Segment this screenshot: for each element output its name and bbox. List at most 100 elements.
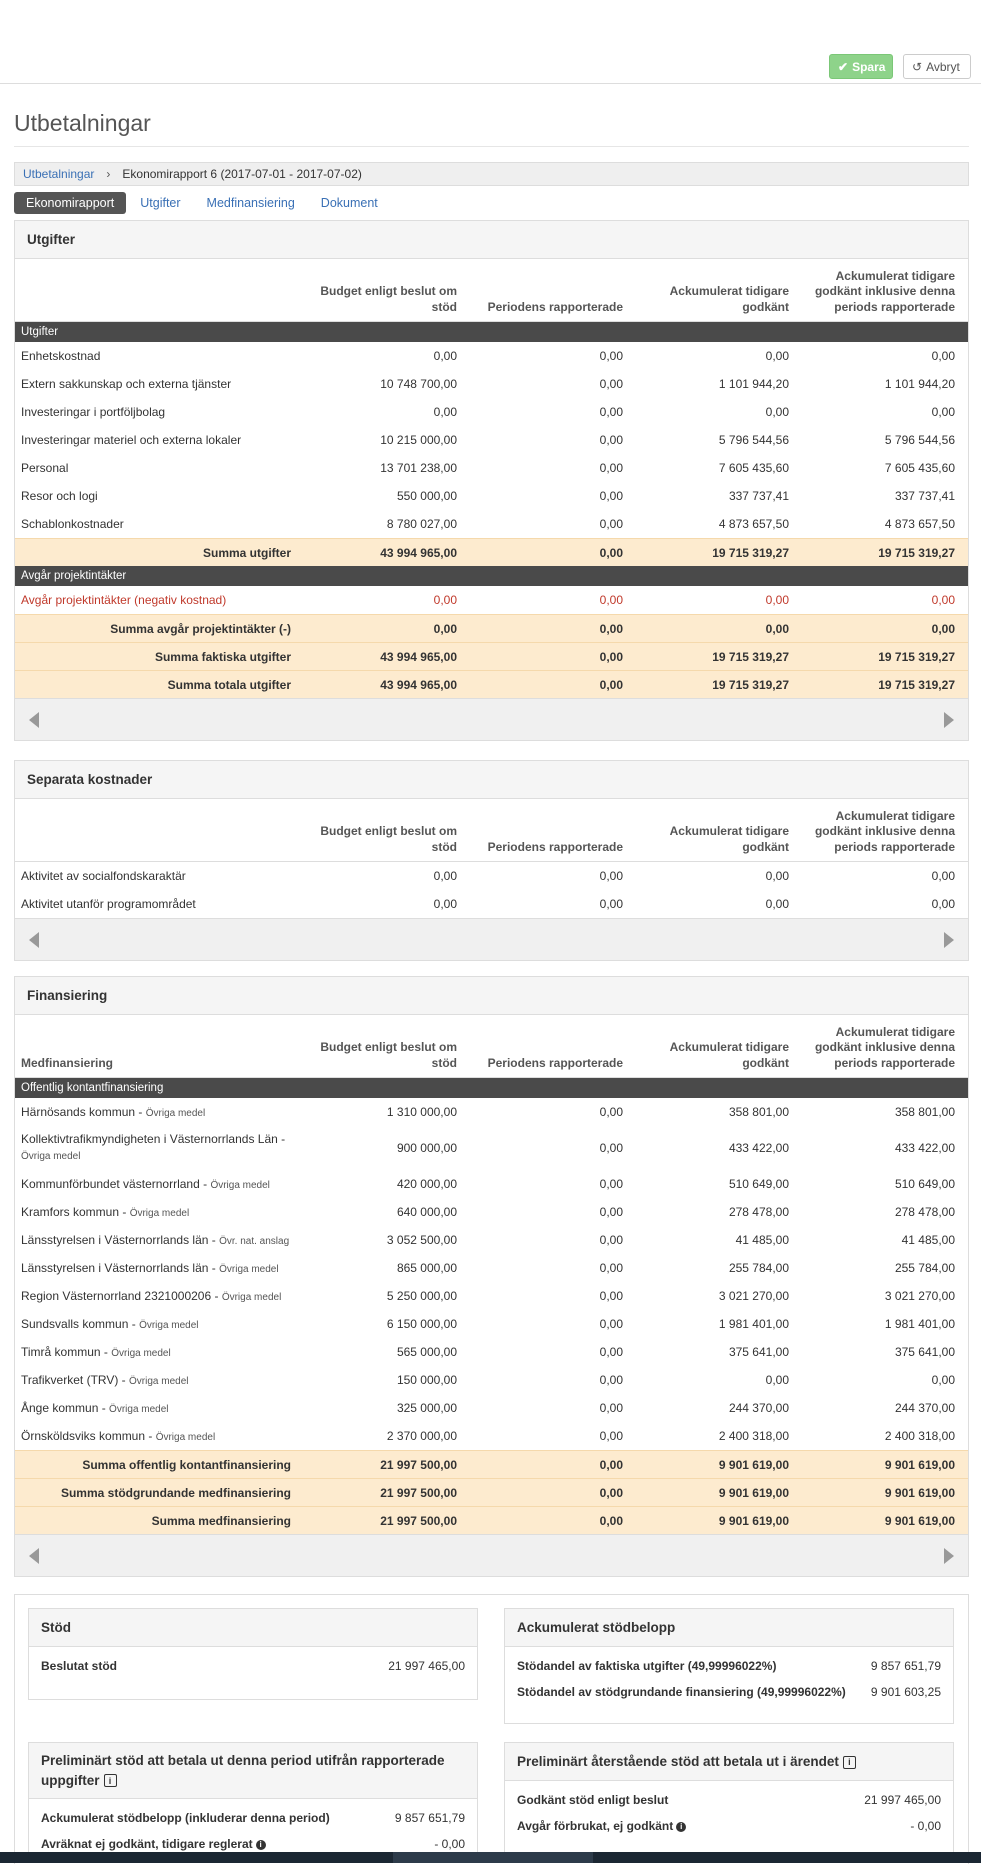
column-header-budget: Budget enligt beslut om stöd <box>320 284 457 314</box>
category-row: Offentlig kontantfinansiering <box>15 1078 968 1098</box>
cell-value: 1 101 944,20 <box>884 377 955 391</box>
cell-value: 0,00 <box>931 349 955 363</box>
prelim-row: Ackumulerat stödbelopp (inkluderar denna… <box>41 1811 465 1825</box>
cell-value: 5 250 000,00 <box>386 1289 457 1303</box>
column-header-ack-incl: Ackumulerat tidigare godkänt inklusive d… <box>814 1024 955 1070</box>
table-row: Länsstyrelsen i Västernorrlands län - Öv… <box>15 1226 968 1254</box>
remaining-row: Avgår förbrukat, ej godkänt i - 0,00 <box>517 1819 941 1833</box>
cell-value: 43 994 965,00 <box>380 649 457 664</box>
cell-value: 21 997 500,00 <box>380 1457 457 1472</box>
cell-value: 0,00 <box>931 869 955 883</box>
row-label: Länsstyrelsen i Västernorrlands län - Öv… <box>21 1233 290 1247</box>
row-label: Trafikverket (TRV) - Övriga medel <box>21 1373 189 1387</box>
horizontal-scroller <box>15 698 968 740</box>
taskbar <box>0 1852 981 1863</box>
row-label: Kollektivtrafikmyndigheten i Västernorrl… <box>21 1132 286 1162</box>
cell-value: 0,00 <box>765 869 789 883</box>
row-label: Timrå kommun - Övriga medel <box>21 1345 171 1359</box>
cell-value: 0,00 <box>599 405 623 419</box>
cell-value: 0,00 <box>765 897 789 911</box>
table-row: Personal 13 701 238,00 0,00 7 605 435,60 7 6… <box>15 454 968 482</box>
page-title: Utbetalningar <box>14 110 151 136</box>
undo-icon: ↺ <box>912 59 923 74</box>
cell-value: 43 994 965,00 <box>380 677 457 692</box>
cell-value: 5 796 544,56 <box>718 433 789 447</box>
utgifter-rows: Enhetskostnad 0,00 0,00 0,00 0,00 Extern sakk… <box>15 342 968 538</box>
row-label: Sundsvalls kommun - Övriga medel <box>21 1317 199 1331</box>
ackumulerat-panel: Ackumulerat stödbelopp Stödandel av fakt… <box>504 1608 954 1724</box>
row-label: Resor och logi <box>21 489 98 503</box>
info-icon[interactable]: i <box>676 1821 687 1832</box>
info-icon[interactable]: i <box>255 1839 266 1850</box>
info-icon[interactable]: i <box>103 1774 117 1788</box>
cell-value: 7 605 435,60 <box>718 461 789 475</box>
tab-ekonomirapport[interactable]: Ekonomirapport <box>14 192 127 214</box>
cell-value: 0,00 <box>599 1205 623 1219</box>
cell-value: 3 052 500,00 <box>386 1233 457 1247</box>
table-row: Aktivitet av socialfondskaraktär 0,00 0,00… <box>15 862 968 890</box>
cell-value: 0,00 <box>599 1261 623 1275</box>
cell-value: 0,00 <box>599 517 623 531</box>
cell-value: 0,00 <box>599 433 623 447</box>
cell-value: 0,00 <box>931 621 955 636</box>
cancel-button[interactable]: ↺ Avbryt <box>903 54 971 79</box>
utgifter-panel: Utgifter Budget enligt beslut om stöd Pe… <box>14 220 969 741</box>
cell-value: 2 400 318,00 <box>718 1429 789 1443</box>
cell-value: 510 649,00 <box>728 1177 789 1191</box>
sum-row: Summa totala utgifter 43 994 965,00 0,00 19… <box>15 670 968 698</box>
row-label: Summa medfinansiering <box>151 1513 291 1528</box>
finansiering-rows: Härnösands kommun - Övriga medel 1 310 00… <box>15 1098 968 1450</box>
sum-row: Summa avgår projektintäkter (-) 0,00 0,00 0… <box>15 614 968 642</box>
cell-value: 0,00 <box>599 1373 623 1387</box>
tab-utgifter[interactable]: Utgifter <box>128 192 192 214</box>
row-label: Investeringar i portföljbolag <box>21 405 166 419</box>
scroll-right-icon[interactable] <box>944 712 954 728</box>
cell-value: 9 901 619,00 <box>884 1457 955 1472</box>
stod-panel: Stöd Beslutat stöd 21 997 465,00 <box>28 1608 478 1700</box>
table-row: Timrå kommun - Övriga medel 565 000,00 0,0… <box>15 1338 968 1366</box>
panel-title: Ackumulerat stödbelopp <box>505 1609 953 1647</box>
scroll-left-icon[interactable] <box>29 1548 39 1564</box>
cell-value: 7 605 435,60 <box>884 461 955 475</box>
tab-dokument[interactable]: Dokument <box>309 192 390 214</box>
sum-row: Summa medfinansiering 21 997 500,00 0,00 9 … <box>15 1506 968 1534</box>
cell-value: 9 901 619,00 <box>718 1457 789 1472</box>
sum-row: Summa utgifter 43 994 965,00 0,00 19 715… <box>15 538 968 566</box>
scroll-left-icon[interactable] <box>29 712 39 728</box>
cell-value: 255 784,00 <box>894 1261 955 1275</box>
cell-value: 337 737,41 <box>728 489 789 503</box>
cell-value: 900 000,00 <box>396 1141 457 1155</box>
cell-value: 0,00 <box>599 377 623 391</box>
table-row: Länsstyrelsen i Västernorrlands län - Öv… <box>15 1254 968 1282</box>
cell-value: 640 000,00 <box>396 1205 457 1219</box>
info-icon[interactable]: i <box>842 1755 856 1769</box>
cell-value: 0,00 <box>931 405 955 419</box>
breadcrumb-link-utbetalningar[interactable]: Utbetalningar <box>23 167 94 181</box>
cell-value: 325 000,00 <box>396 1401 457 1415</box>
save-button[interactable]: ✔ Spara <box>829 54 893 79</box>
cell-value: 9 901 619,00 <box>718 1513 789 1528</box>
row-label: Summa totala utgifter <box>167 677 291 692</box>
scroll-left-icon[interactable] <box>29 932 39 948</box>
cell-value: 19 715 319,27 <box>878 649 955 664</box>
scroll-right-icon[interactable] <box>944 1548 954 1564</box>
cell-value: 510 649,00 <box>894 1177 955 1191</box>
tab-medfinansiering[interactable]: Medfinansiering <box>195 192 307 214</box>
table-row: Kommunförbundet västernorrland - Övriga … <box>15 1170 968 1198</box>
cell-value: 9 901 619,00 <box>718 1485 789 1500</box>
scroll-right-icon[interactable] <box>944 932 954 948</box>
row-label: Enhetskostnad <box>21 349 101 363</box>
cell-value: 433 422,00 <box>728 1141 789 1155</box>
cell-value: 1 101 944,20 <box>718 377 789 391</box>
row-label: Ånge kommun - Övriga medel <box>21 1401 169 1415</box>
cell-value: 6 150 000,00 <box>386 1317 457 1331</box>
cell-value: 0,00 <box>433 405 457 419</box>
cell-value: 0,00 <box>599 677 623 692</box>
cell-value: 0,00 <box>599 1485 623 1500</box>
taskbar-item[interactable] <box>393 1852 593 1863</box>
cell-value: 0,00 <box>765 621 789 636</box>
panel-title: Preliminärt stöd att betala ut denna per… <box>29 1743 477 1799</box>
cell-value: 1 981 401,00 <box>718 1317 789 1331</box>
cell-value: 5 796 544,56 <box>884 433 955 447</box>
cell-value: 1 310 000,00 <box>386 1105 457 1119</box>
